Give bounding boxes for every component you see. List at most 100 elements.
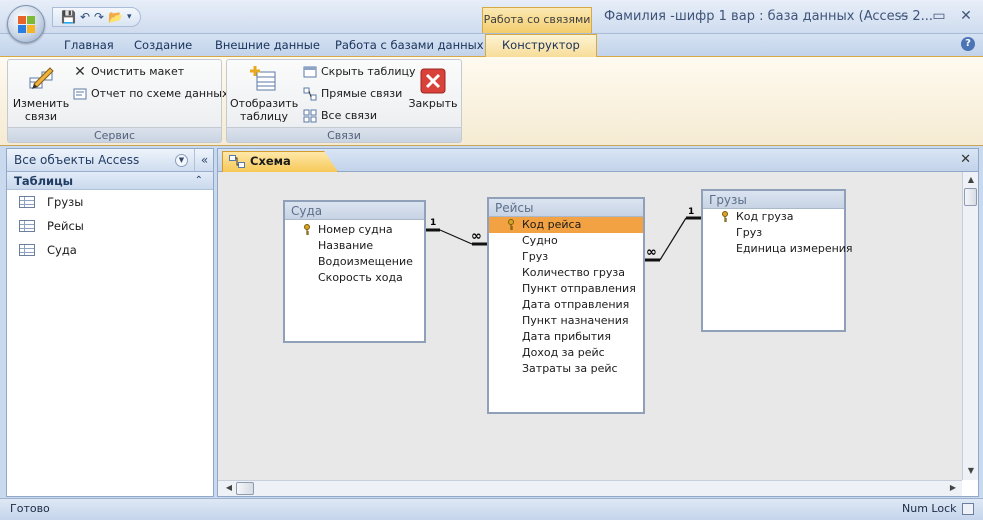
all-relationships-button[interactable]: Все связи <box>303 108 377 124</box>
close-relationships-label: Закрыть <box>408 97 458 110</box>
nav-collapse-icon[interactable]: « <box>194 149 214 171</box>
tab-home[interactable]: Главная <box>64 37 114 53</box>
group-service: Изменить связи ✕ Очистить макет Отчет по… <box>7 59 228 143</box>
vertical-scrollbar[interactable]: ▲ ▼ <box>962 172 978 480</box>
table-reysy[interactable]: Рейсы Код рейса Судно Груз Количество гр… <box>487 197 645 414</box>
field-row[interactable]: Скорость хода <box>285 270 424 286</box>
table-gruzy[interactable]: Грузы Код груза Груз Единица измерения <box>701 189 853 332</box>
field-row[interactable]: Номер судна <box>285 222 424 238</box>
table-icon <box>19 196 35 208</box>
report-icon <box>73 88 87 100</box>
relation-line-suda-reysy[interactable] <box>439 229 473 245</box>
tab-designer[interactable]: Конструктор <box>485 34 597 57</box>
relation-line-reysy-gruzy[interactable] <box>659 217 687 261</box>
field-label: Количество груза <box>522 266 626 279</box>
view-icon[interactable] <box>962 503 974 515</box>
redo-icon[interactable]: ↷ <box>94 9 104 25</box>
direct-relationships-button[interactable]: Прямые связи <box>303 86 402 102</box>
title-bar: 💾 ↶ ↷ 📂 ▾ Работа со связями Фамилия -шиф… <box>0 0 983 43</box>
field-label: Пункт отправления <box>522 282 636 295</box>
table-reysy-title[interactable]: Рейсы <box>489 199 643 217</box>
tab-database-tools[interactable]: Работа с базами данных <box>335 37 484 53</box>
save-icon[interactable]: 💾 <box>61 9 76 25</box>
field-row[interactable]: Судно <box>489 233 643 249</box>
relationship-report-label: Отчет по схеме данных <box>91 87 229 100</box>
nav-item-reysy[interactable]: Рейсы <box>7 214 213 238</box>
close-window-button[interactable]: ✕ <box>957 8 975 24</box>
numlock-indicator: Num Lock <box>902 502 957 515</box>
tab-relationships-diagram[interactable]: Схема данных <box>222 151 338 172</box>
maximize-button[interactable]: ▭ <box>930 8 948 24</box>
tab-external-data[interactable]: Внешние данные <box>215 37 320 53</box>
scroll-right-icon[interactable]: ▶ <box>945 483 961 492</box>
minimize-button[interactable]: ‒ <box>895 8 913 24</box>
clear-layout-label: Очистить макет <box>91 65 185 78</box>
field-row[interactable]: Код груза <box>703 209 844 225</box>
field-row[interactable]: Дата прибытия <box>489 329 643 345</box>
field-row[interactable]: Водоизмещение <box>285 254 424 270</box>
scroll-up-icon[interactable]: ▲ <box>963 175 979 184</box>
relationships-canvas[interactable]: 1 ∞ ∞ 1 Суда Номер судна Название Водоиз… <box>218 172 962 480</box>
field-label: Доход за рейс <box>522 346 605 359</box>
field-label: Номер судна <box>318 223 393 236</box>
field-label: Водоизмещение <box>318 255 413 268</box>
office-button[interactable] <box>7 5 45 43</box>
vertical-scroll-thumb[interactable] <box>964 188 977 206</box>
customize-qat-icon[interactable]: ▾ <box>127 9 132 25</box>
field-row[interactable]: Груз <box>489 249 643 265</box>
nav-group-tables[interactable]: Таблицы ⌃ <box>7 172 213 190</box>
navigation-pane: Все объекты Access ▼ « Таблицы ⌃ Грузы Р… <box>6 148 214 497</box>
window-title: Фамилия -шифр 1 вар : база данных (Acces… <box>604 9 933 24</box>
close-relationships-button[interactable]: Закрыть <box>407 68 459 110</box>
field-row[interactable]: Доход за рейс <box>489 345 643 361</box>
ribbon: Изменить связи ✕ Очистить макет Отчет по… <box>0 56 983 146</box>
field-row[interactable]: Пункт отправления <box>489 281 643 297</box>
field-row[interactable]: Груз <box>703 225 844 241</box>
scroll-left-icon[interactable]: ◀ <box>221 483 237 492</box>
clear-layout-icon: ✕ <box>74 64 86 80</box>
edit-relationships-button[interactable]: Изменить связи <box>12 64 70 123</box>
field-label: Дата прибытия <box>522 330 611 343</box>
table-suda[interactable]: Суда Номер судна Название Водоизмещение … <box>283 200 426 343</box>
show-table-button[interactable]: Отобразить таблицу <box>230 64 298 123</box>
open-folder-icon[interactable]: 📂 <box>108 9 123 25</box>
field-row[interactable]: Название <box>285 238 424 254</box>
relation-many-label: ∞ <box>471 229 482 244</box>
table-suda-title[interactable]: Суда <box>285 202 424 220</box>
table-gruzy-title[interactable]: Грузы <box>703 191 844 209</box>
tab-create[interactable]: Создание <box>134 37 192 53</box>
horizontal-scroll-thumb[interactable] <box>236 482 254 495</box>
clear-layout-button[interactable]: ✕ Очистить макет <box>73 64 184 80</box>
field-row[interactable]: Количество груза <box>489 265 643 281</box>
relationships-icon <box>229 155 245 168</box>
close-document-icon[interactable]: ✕ <box>960 152 971 167</box>
field-label: Затраты за рейс <box>522 362 618 375</box>
scroll-down-icon[interactable]: ▼ <box>963 466 979 475</box>
nav-item-gruzy[interactable]: Грузы <box>7 190 213 214</box>
primary-key-icon <box>304 224 310 235</box>
field-row[interactable]: Пункт назначения <box>489 313 643 329</box>
group-service-label: Сервис <box>8 127 221 142</box>
nav-dropdown-icon[interactable]: ▼ <box>175 154 188 167</box>
show-table-label-1: Отобразить <box>230 97 299 110</box>
help-icon[interactable]: ? <box>961 37 975 51</box>
relationship-report-button[interactable]: Отчет по схеме данных <box>73 86 228 102</box>
field-row[interactable]: Дата отправления <box>489 297 643 313</box>
edit-relationships-label-1: Изменить <box>12 97 70 110</box>
field-label: Судно <box>522 234 558 247</box>
field-row[interactable]: Затраты за рейс <box>489 361 643 377</box>
group-relationships: Отобразить таблицу Скрыть таблицу Прямые… <box>226 59 462 143</box>
relation-one-label: 1 <box>688 207 694 217</box>
relation-many-label: ∞ <box>646 245 657 260</box>
edit-relationships-icon <box>29 67 54 89</box>
horizontal-scrollbar[interactable]: ◀ ▶ <box>218 480 962 496</box>
nav-header-label: Все объекты Access <box>14 153 140 167</box>
nav-item-suda[interactable]: Суда <box>7 238 213 262</box>
nav-header[interactable]: Все объекты Access ▼ « <box>7 149 213 172</box>
undo-icon[interactable]: ↶ <box>80 9 90 25</box>
all-relationships-icon <box>303 109 317 123</box>
primary-key-icon <box>722 211 728 222</box>
field-row-selected[interactable]: Код рейса <box>489 217 643 233</box>
hide-table-button[interactable]: Скрыть таблицу <box>303 64 416 80</box>
field-row[interactable]: Единица измерения <box>703 241 853 257</box>
